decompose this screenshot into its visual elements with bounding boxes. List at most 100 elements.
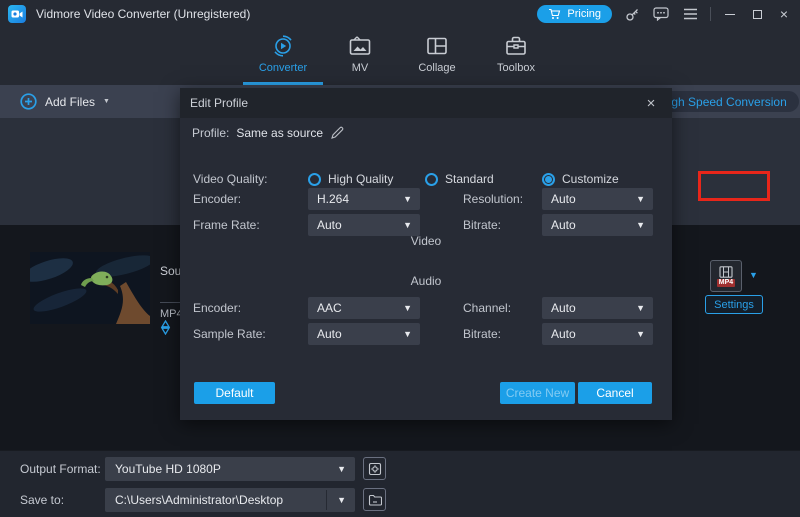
radio-label: High Quality xyxy=(328,172,393,186)
button-label: Create New xyxy=(506,386,569,400)
pricing-button[interactable]: Pricing xyxy=(537,5,612,23)
default-button[interactable]: Default xyxy=(194,382,275,404)
settings-button[interactable]: Settings xyxy=(705,295,763,314)
register-key-icon[interactable] xyxy=(623,5,641,23)
format-caret-icon[interactable]: ▼ xyxy=(749,270,758,280)
radio-label: Standard xyxy=(445,172,494,186)
dropdown-value: Auto xyxy=(551,188,576,210)
video-bitrate-dropdown[interactable]: Auto ▼ xyxy=(542,214,653,236)
dropdown-value: C:\Users\Administrator\Desktop xyxy=(115,488,283,512)
frame-rate-dropdown[interactable]: Auto ▼ xyxy=(308,214,420,236)
file-title: Sou xyxy=(160,264,181,278)
tab-label: Toolbox xyxy=(497,62,535,74)
video-section-header: Video xyxy=(180,234,672,248)
radio-standard[interactable]: Standard xyxy=(425,171,494,187)
profile-label: Profile: xyxy=(192,126,229,140)
folder-icon xyxy=(368,494,382,506)
tab-label: Converter xyxy=(259,62,307,74)
tab-mv[interactable]: MV xyxy=(322,34,398,85)
film-icon xyxy=(719,266,733,278)
main-nav: Converter MV Collage Toolbox xyxy=(0,28,800,85)
radio-icon xyxy=(308,173,321,186)
dropdown-value: Auto xyxy=(551,214,576,236)
video-encoder-label: Encoder: xyxy=(193,188,241,210)
high-speed-label: High Speed Conversion xyxy=(660,95,787,109)
titlebar: Vidmore Video Converter (Unregistered) P… xyxy=(0,0,800,28)
window-title: Vidmore Video Converter (Unregistered) xyxy=(36,0,250,28)
dropdown-caret-icon: ▼ xyxy=(403,194,412,204)
open-folder-button[interactable] xyxy=(363,488,386,511)
app-logo-icon xyxy=(8,5,26,23)
add-files-button[interactable]: Add Files ▼ xyxy=(20,85,110,118)
radio-icon xyxy=(542,173,555,186)
save-to-dropdown[interactable]: C:\Users\Administrator\Desktop ▼ xyxy=(105,488,355,512)
close-button[interactable]: × xyxy=(776,6,792,22)
dropdown-value: Auto xyxy=(551,323,576,345)
save-to-label: Save to: xyxy=(20,488,64,512)
pricing-label: Pricing xyxy=(567,8,601,20)
dropdown-divider xyxy=(326,490,327,510)
dropdown-caret-icon: ▼ xyxy=(636,194,645,204)
tab-label: Collage xyxy=(418,62,455,74)
profile-value: Same as source xyxy=(236,126,323,140)
button-label: Cancel xyxy=(596,386,633,400)
cancel-button[interactable]: Cancel xyxy=(578,382,652,404)
toolbox-icon xyxy=(504,34,528,58)
audio-encoder-label: Encoder: xyxy=(193,297,241,319)
dropdown-value: YouTube HD 1080P xyxy=(115,457,221,481)
audio-bitrate-dropdown[interactable]: Auto ▼ xyxy=(542,323,653,345)
tab-collage[interactable]: Collage xyxy=(399,34,475,85)
dialog-close-icon[interactable]: × xyxy=(642,94,660,112)
tab-label: MV xyxy=(352,62,369,74)
output-format-dropdown[interactable]: YouTube HD 1080P ▼ xyxy=(105,457,355,481)
video-encoder-dropdown[interactable]: H.264 ▼ xyxy=(308,188,420,210)
preset-gear-icon xyxy=(368,462,382,476)
edit-pencil-icon[interactable] xyxy=(330,126,344,140)
dropdown-caret-icon: ▼ xyxy=(636,303,645,313)
resolution-dropdown[interactable]: Auto ▼ xyxy=(542,188,653,210)
resolution-label: Resolution: xyxy=(463,188,523,210)
output-format-icon[interactable]: MP4 xyxy=(710,260,742,292)
dropdown-value: Auto xyxy=(317,214,342,236)
add-files-caret-icon[interactable]: ▼ xyxy=(103,98,110,105)
annotation-highlight-rectangle xyxy=(698,171,770,201)
effects-star-icon[interactable] xyxy=(158,320,173,340)
button-label: Default xyxy=(215,386,253,400)
format-preset-button[interactable] xyxy=(363,457,386,480)
video-thumbnail xyxy=(30,252,150,324)
add-files-label: Add Files xyxy=(45,95,95,109)
radio-high-quality[interactable]: High Quality xyxy=(308,171,393,187)
minimize-button[interactable] xyxy=(722,6,738,22)
dialog-title: Edit Profile xyxy=(190,88,248,118)
sample-rate-dropdown[interactable]: Auto ▼ xyxy=(308,323,420,345)
dropdown-value: Auto xyxy=(551,297,576,319)
sample-rate-label: Sample Rate: xyxy=(193,323,266,345)
dropdown-caret-icon: ▼ xyxy=(636,220,645,230)
channel-dropdown[interactable]: Auto ▼ xyxy=(542,297,653,319)
tab-toolbox[interactable]: Toolbox xyxy=(478,34,554,85)
converter-icon xyxy=(271,34,295,58)
video-quality-label: Video Quality: xyxy=(193,168,268,190)
radio-customize[interactable]: Customize xyxy=(542,171,619,187)
add-plus-icon xyxy=(20,93,37,110)
create-new-button[interactable]: Create New xyxy=(500,382,575,404)
dropdown-caret-icon: ▼ xyxy=(337,464,346,474)
tab-converter[interactable]: Converter xyxy=(245,34,321,85)
titlebar-separator xyxy=(710,7,711,21)
edit-profile-dialog: Edit Profile × Profile: Same as source V… xyxy=(180,88,672,420)
app-window: Vidmore Video Converter (Unregistered) P… xyxy=(0,0,800,517)
profile-row: Profile: Same as source xyxy=(192,124,344,142)
channel-label: Channel: xyxy=(463,297,511,319)
audio-encoder-dropdown[interactable]: AAC ▼ xyxy=(308,297,420,319)
dropdown-value: AAC xyxy=(317,297,342,319)
settings-label: Settings xyxy=(714,299,754,311)
maximize-button[interactable] xyxy=(749,6,765,22)
dropdown-caret-icon: ▼ xyxy=(403,329,412,339)
output-format-label: Output Format: xyxy=(20,457,101,481)
dropdown-caret-icon: ▼ xyxy=(403,303,412,313)
feedback-chat-icon[interactable] xyxy=(652,5,670,23)
menu-hamburger-icon[interactable] xyxy=(681,5,699,23)
audio-section-header: Audio xyxy=(180,274,672,288)
bottom-panel: Output Format: YouTube HD 1080P ▼ Save t… xyxy=(0,450,800,517)
dropdown-caret-icon: ▼ xyxy=(403,220,412,230)
